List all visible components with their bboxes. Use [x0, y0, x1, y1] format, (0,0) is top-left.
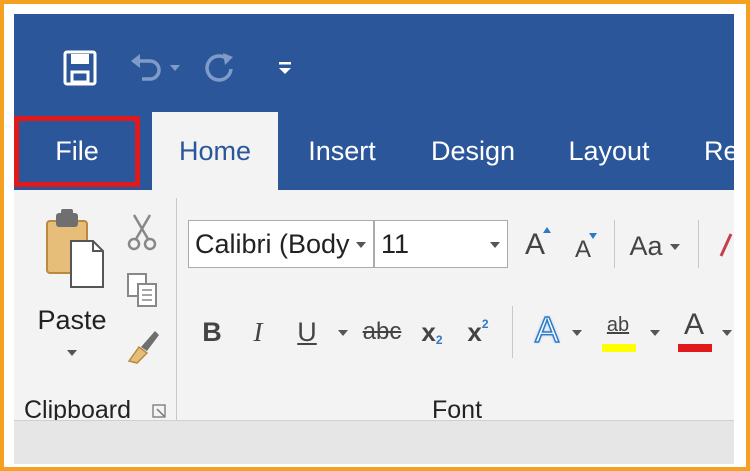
font-name-box[interactable]: Calibri (Body [188, 220, 374, 268]
shrink-arrow-icon [589, 233, 597, 239]
tab-references[interactable]: Re [694, 112, 734, 190]
ribbon-bottom-strip [14, 420, 734, 464]
save-icon[interactable] [60, 48, 100, 88]
superscript-label: x [467, 316, 482, 347]
tab-layout[interactable]: Layout [554, 112, 664, 190]
highlight-button[interactable]: ab [598, 306, 638, 344]
font-size-value: 11 [381, 228, 410, 259]
group-separator [176, 198, 177, 420]
tab-design[interactable]: Design [414, 112, 532, 190]
grow-font-button[interactable]: A [518, 224, 552, 266]
clear-formatting-icon[interactable] [714, 224, 734, 266]
change-case-button[interactable]: Aa [626, 226, 666, 266]
font-size-dropdown-icon[interactable] [489, 241, 501, 249]
font-color-button[interactable]: A [676, 306, 712, 344]
word-window: File Home Insert Design Layout Re Paste [14, 14, 734, 464]
font-color-bar [678, 344, 712, 352]
strikethrough-button[interactable]: abc [360, 312, 404, 352]
cut-icon[interactable] [124, 212, 160, 252]
text-effects-dropdown-icon[interactable] [570, 326, 584, 340]
undo-dropdown-icon[interactable] [166, 48, 184, 88]
paste-dropdown-icon[interactable] [62, 346, 82, 360]
title-bar [14, 14, 734, 112]
superscript-mark: 2 [481, 317, 489, 331]
paste-icon[interactable] [34, 202, 114, 298]
underline-dropdown-icon[interactable] [336, 326, 350, 340]
grow-arrow-icon [543, 227, 551, 233]
highlight-dropdown-icon[interactable] [648, 326, 662, 340]
text-effects-button[interactable]: A [528, 306, 566, 354]
copy-icon[interactable] [124, 270, 160, 310]
redo-icon[interactable] [200, 48, 240, 88]
shrink-font-label: A [574, 236, 591, 263]
format-painter-icon[interactable] [124, 326, 162, 366]
font-size-box[interactable]: 11 [374, 220, 508, 268]
font-separator [614, 220, 615, 268]
tab-insert[interactable]: Insert [292, 112, 392, 190]
italic-button[interactable]: I [242, 312, 274, 352]
clipboard-launcher-icon[interactable] [150, 402, 168, 420]
ribbon-home: Paste Clipboard Calibri (Body 11 A A Aa … [14, 190, 734, 424]
font-separator-3 [512, 306, 513, 358]
font-color-dropdown-icon[interactable] [720, 326, 734, 340]
subscript-mark: 2 [435, 333, 443, 347]
paste-button[interactable]: Paste [32, 302, 112, 338]
file-highlight-box [14, 116, 140, 187]
shrink-font-button[interactable]: A [568, 230, 598, 270]
font-name-dropdown-icon[interactable] [355, 241, 367, 249]
superscript-button[interactable]: x2 [460, 312, 496, 352]
underline-button[interactable]: U [290, 312, 324, 352]
font-name-value: Calibri (Body [195, 228, 350, 259]
tab-home[interactable]: Home [152, 112, 278, 190]
font-separator-2 [698, 220, 699, 268]
bold-button[interactable]: B [196, 312, 228, 352]
screenshot-frame: File Home Insert Design Layout Re Paste [0, 0, 750, 471]
subscript-label: x [421, 316, 436, 347]
undo-icon[interactable] [126, 48, 164, 88]
highlight-color-bar [602, 344, 636, 352]
customize-qat-icon[interactable] [274, 48, 296, 88]
change-case-dropdown-icon[interactable] [668, 240, 682, 254]
subscript-button[interactable]: x2 [414, 312, 450, 352]
